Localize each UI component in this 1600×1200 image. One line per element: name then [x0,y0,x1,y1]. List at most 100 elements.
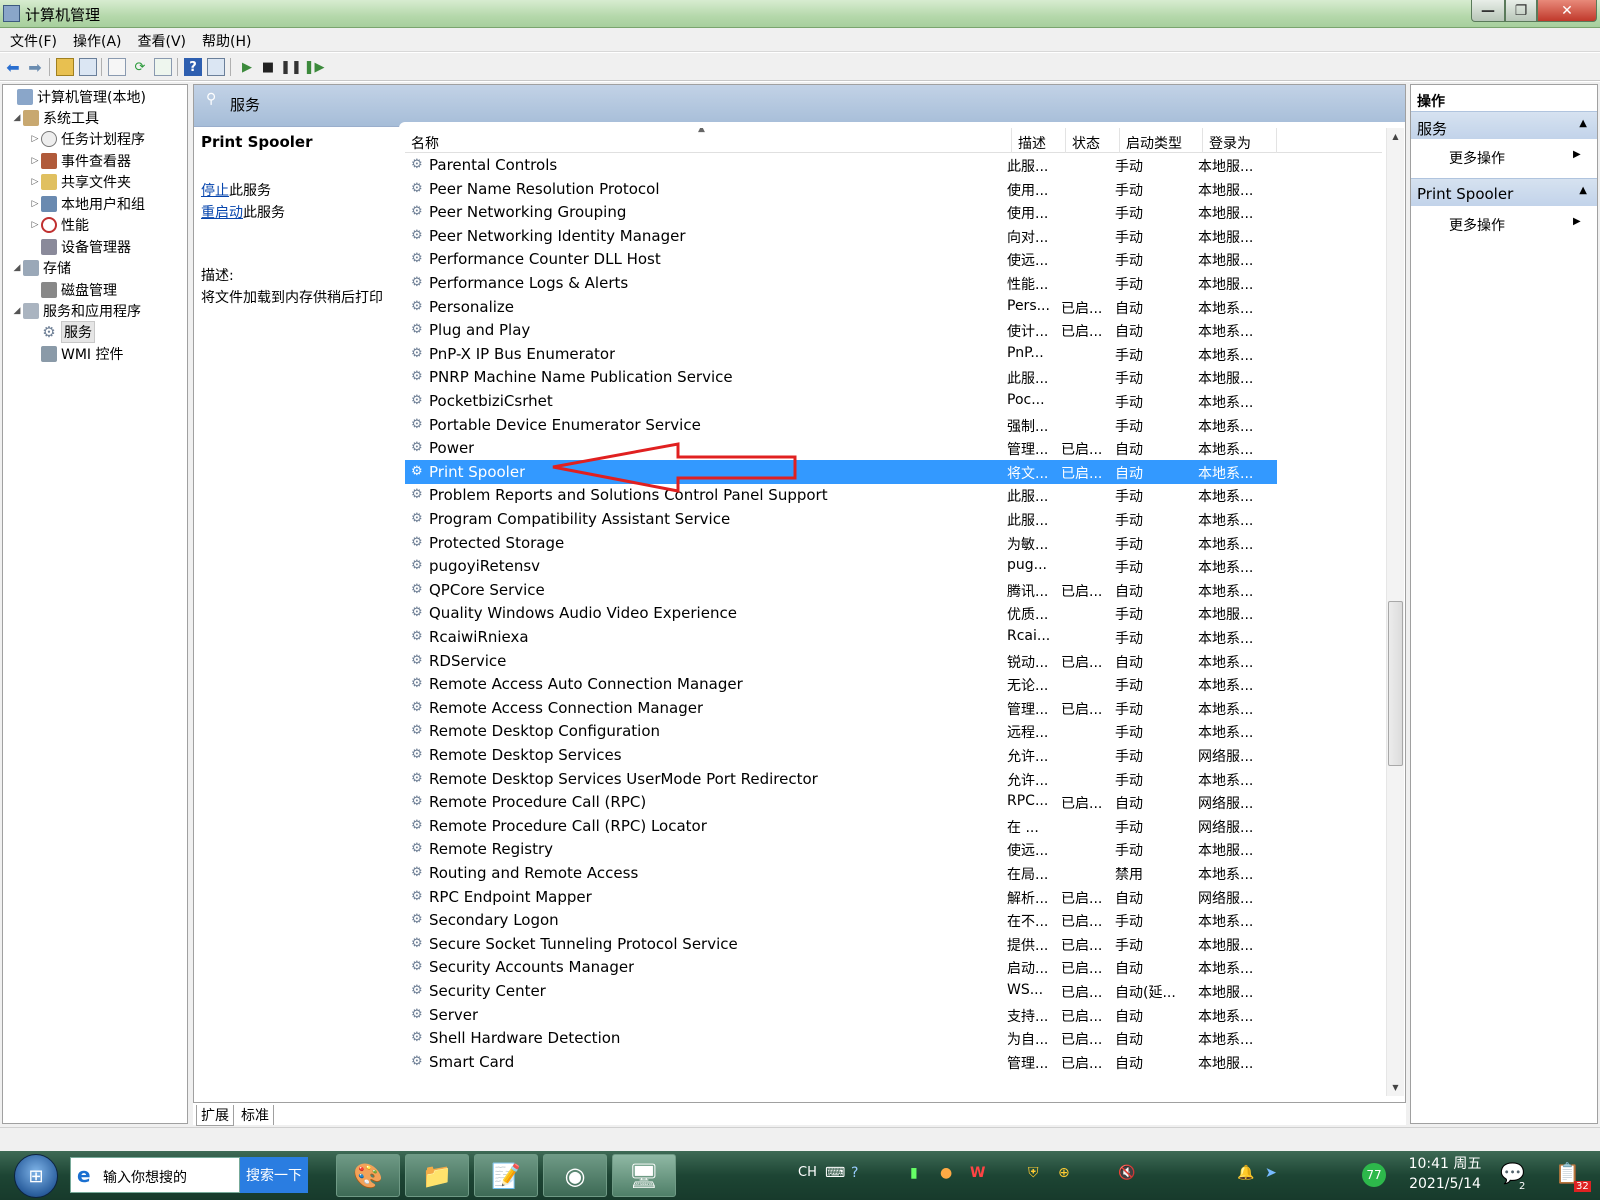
scroll-thumb[interactable] [1388,601,1403,766]
scroll-down-icon[interactable]: ▼ [1387,1079,1404,1096]
service-row[interactable]: ⚙ Remote Procedure Call (RPC) Locator 在 ..… [405,814,1277,838]
language-indicator[interactable]: CH [798,1165,817,1180]
service-row[interactable]: ⚙ Remote Procedure Call (RPC) RPC... 已启... 自… [405,790,1277,814]
service-row[interactable]: ⚙ Shell Hardware Detection 为自... 已启... 自动 本地系… [405,1026,1277,1050]
tree-services[interactable]: ⚙ 服务 [29,320,95,343]
column-status[interactable]: 状态 [1066,128,1120,153]
browser-app-icon[interactable]: ◉ [543,1154,607,1197]
service-row[interactable]: ⚙ Protected Storage 为敏... 手动 本地系... [405,531,1277,555]
service-row[interactable]: ⚙ Performance Counter DLL Host 使远... 手动 本地服.… [405,247,1277,271]
system-clock[interactable]: 10:41 周五 2021/5/14 [1400,1154,1490,1194]
notification-bell-icon[interactable]: 🔔 [1237,1165,1254,1181]
service-row[interactable]: ⚙ Program Compatibility Assistant Service… [405,507,1277,531]
collapse-icon[interactable]: ▲ [1579,118,1587,129]
menu-help[interactable]: 帮助(H) [194,28,259,51]
actions-section-print-spooler[interactable]: Print Spooler ▲ [1411,178,1597,206]
service-row[interactable]: ⚙ Personalize Pers... 已启... 自动 本地系... [405,295,1277,319]
tree-event-viewer[interactable]: ▷ 事件查看器 [29,150,131,171]
tree-storage[interactable]: ◢ 存储 [11,257,71,278]
service-row[interactable]: ⚙ RPC Endpoint Mapper 解析... 已启... 自动 网络服... [405,885,1277,909]
service-row[interactable]: ⚙ Routing and Remote Access 在局... 禁用 本地系... [405,861,1277,885]
wps-icon[interactable]: W [970,1165,985,1181]
menu-action[interactable]: 操作(A) [65,28,130,51]
refresh-icon[interactable]: ⟳ [131,58,149,76]
service-row[interactable]: ⚙ Portable Device Enumerator Service 强制...… [405,413,1277,437]
search-button[interactable]: 搜索一下 [240,1157,308,1193]
service-row[interactable]: ⚙ Peer Name Resolution Protocol 使用... 手动 本地服… [405,177,1277,201]
service-row[interactable]: ⚙ Remote Registry 使远... 手动 本地服... [405,837,1277,861]
vertical-scrollbar[interactable]: ▲ ▼ [1386,128,1404,1096]
service-row[interactable]: ⚙ Parental Controls 此服... 手动 本地服... [405,153,1277,177]
show-tree-icon[interactable] [79,58,97,76]
plus-icon[interactable]: ⊕ [1058,1165,1070,1181]
pause-icon[interactable]: ❚❚ [280,58,302,76]
forward-icon[interactable]: ➡ [26,58,44,77]
service-row[interactable]: ⚙ Peer Networking Grouping 使用... 手动 本地服... [405,200,1277,224]
service-row[interactable]: ⚙ PNRP Machine Name Publication Service 此服… [405,365,1277,389]
service-row[interactable]: ⚙ Remote Desktop Services 允许... 手动 网络服... [405,743,1277,767]
stop-service-link[interactable]: 停止 [201,183,229,199]
expanded-arrow-icon[interactable]: ◢ [11,113,23,123]
help-icon[interactable]: ? [184,58,202,76]
export-icon[interactable] [154,58,172,76]
battery-icon[interactable]: ▮ [910,1165,918,1181]
service-row[interactable]: ⚙ Secure Socket Tunneling Protocol Servic… [405,932,1277,956]
restart-icon[interactable]: ❚▶ [304,58,325,76]
tree-performance[interactable]: ▷ 性能 [29,214,89,235]
properties-icon[interactable] [108,58,126,76]
service-row[interactable]: ⚙ pugoyiRetensv pug... 手动 本地系... [405,554,1277,578]
column-description[interactable]: 描述 [1012,128,1066,153]
maximize-button[interactable]: ❐ [1505,0,1537,22]
service-row[interactable]: ⚙ Secondary Logon 在不... 已启... 手动 本地系... [405,908,1277,932]
minimize-button[interactable]: — [1471,0,1505,22]
volume-muted-icon[interactable]: 🔇 [1118,1165,1135,1181]
tree-system-tools[interactable]: ◢ 系统工具 [11,107,99,128]
more-actions-services[interactable]: 更多操作 ▶ [1449,148,1581,168]
service-row[interactable]: ⚙ PnP-X IP Bus Enumerator PnP... 手动 本地系... [405,342,1277,366]
service-row[interactable]: ⚙ Peer Networking Identity Manager 向对... 手动… [405,224,1277,248]
expanded-arrow-icon[interactable]: ◢ [11,263,23,273]
security-shield-icon[interactable]: ⛨ [1028,1165,1039,1181]
service-row[interactable]: ⚙ Remote Desktop Services UserMode Port R… [405,767,1277,791]
tree-root[interactable]: 计算机管理(本地) [5,86,146,107]
tree-services-apps[interactable]: ◢ 服务和应用程序 [11,300,141,321]
back-icon[interactable]: ⬅ [4,58,22,77]
start-button[interactable]: ⊞ [14,1154,58,1198]
scroll-up-icon[interactable]: ▲ [1387,128,1404,145]
service-row[interactable]: ⚙ Remote Access Connection Manager 管理... 已启… [405,696,1277,720]
service-row[interactable]: ⚙ Quality Windows Audio Video Experience 优… [405,601,1277,625]
computer-mgmt-app-icon[interactable]: 🖥 [612,1154,676,1197]
action-pane-icon[interactable] [207,58,225,76]
actions-section-services[interactable]: 服务 ▲ [1411,111,1597,139]
expanded-arrow-icon[interactable]: ◢ [11,306,23,316]
column-name[interactable]: 名称 [405,128,1012,153]
column-startup-type[interactable]: 启动类型 [1120,128,1203,153]
tree-device-manager[interactable]: 设备管理器 [29,236,131,257]
help-tray-icon[interactable]: ? [851,1165,858,1181]
service-row[interactable]: ⚙ Smart Card 管理... 已启... 自动 本地服... [405,1050,1277,1074]
tree-shared-folders[interactable]: ▷ 共享文件夹 [29,171,131,192]
restart-service-link[interactable]: 重启动 [201,205,243,221]
notepad-app-icon[interactable]: 📝 [474,1154,538,1197]
collapse-icon[interactable]: ▲ [1579,185,1587,196]
explorer-app-icon[interactable]: 📁 [405,1154,469,1197]
menu-file[interactable]: 文件(F) [2,28,65,51]
service-row[interactable]: ⚙ Security Center WS... 已启... 自动(延... 本地服... [405,979,1277,1003]
tree-disk-management[interactable]: 磁盘管理 [29,279,117,300]
tab-extended[interactable]: 扩展 [196,1105,234,1126]
service-row[interactable]: ⚙ QPCore Service 腾讯... 已启... 自动 本地系... [405,578,1277,602]
close-button[interactable]: ✕ [1537,0,1597,22]
more-actions-print-spooler[interactable]: 更多操作 ▶ [1449,215,1581,235]
service-row[interactable]: ⚙ Remote Desktop Configuration 远程... 手动 本地系.… [405,719,1277,743]
service-row[interactable]: ⚙ Server 支持... 已启... 自动 本地系... [405,1003,1277,1027]
play-icon[interactable]: ▶ [238,58,256,76]
service-row[interactable]: ⚙ Plug and Play 使计... 已启... 自动 本地系... [405,318,1277,342]
service-row[interactable]: ⚙ Performance Logs & Alerts 性能... 手动 本地服... [405,271,1277,295]
service-row[interactable]: ⚙ RcaiwiRniexa Rcai... 手动 本地系... [405,625,1277,649]
tab-standard[interactable]: 标准 [237,1105,274,1125]
service-row[interactable]: ⚙ PocketbiziCsrhet Poc... 手动 本地系... [405,389,1277,413]
up-folder-icon[interactable] [56,58,74,76]
qq-icon[interactable]: ● [940,1165,952,1181]
menu-view[interactable]: 查看(V) [130,28,195,51]
taskbar-search-box[interactable]: e 输入你想搜的 [70,1157,240,1193]
